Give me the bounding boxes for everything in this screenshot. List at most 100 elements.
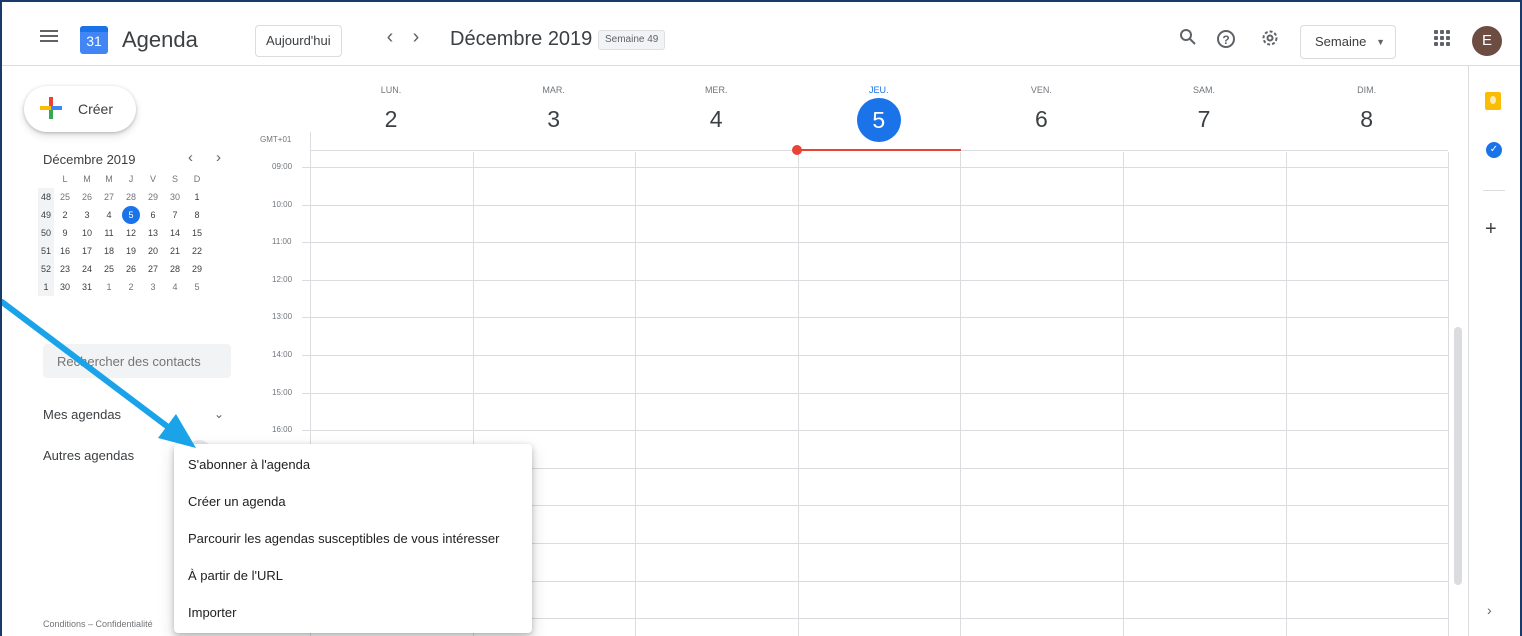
menu-item-from-url[interactable]: À partir de l'URL — [174, 557, 532, 594]
day-date[interactable]: 6 — [960, 106, 1122, 133]
week-number[interactable]: 49 — [38, 206, 54, 224]
mini-day[interactable]: 20 — [142, 246, 164, 256]
mini-day[interactable]: 14 — [164, 228, 186, 238]
day-date[interactable]: 2 — [310, 106, 472, 133]
mini-day[interactable]: 30 — [164, 192, 186, 202]
week-number[interactable]: 52 — [38, 260, 54, 278]
help-icon[interactable]: ? — [1217, 30, 1235, 48]
mini-day[interactable]: 8 — [186, 210, 208, 220]
mini-day[interactable]: 23 — [54, 264, 76, 274]
mini-day[interactable]: 2 — [120, 282, 142, 292]
tasks-icon[interactable]: ✓ — [1486, 142, 1502, 158]
mini-day[interactable]: 27 — [142, 264, 164, 274]
day-date[interactable]: 3 — [473, 106, 635, 133]
day-date[interactable]: 7 — [1123, 106, 1285, 133]
week-number[interactable]: 48 — [38, 188, 54, 206]
mini-day[interactable]: 12 — [120, 228, 142, 238]
mini-day[interactable]: 5 — [186, 282, 208, 292]
week-number[interactable]: 1 — [38, 278, 54, 296]
main-menu-icon[interactable] — [40, 30, 58, 42]
mini-day[interactable]: 7 — [164, 210, 186, 220]
mini-day[interactable]: 16 — [54, 246, 76, 256]
mini-day[interactable]: 31 — [76, 282, 98, 292]
apps-grid-icon[interactable] — [1434, 30, 1450, 46]
mini-day[interactable]: 1 — [186, 192, 208, 202]
next-week-icon[interactable]: › — [404, 26, 428, 49]
timezone-label: GMT+01 — [260, 135, 292, 144]
mini-day[interactable]: 6 — [142, 210, 164, 220]
mini-day-number: 5 — [194, 282, 200, 292]
day-date-number: 6 — [1034, 106, 1048, 132]
mini-day[interactable]: 5 — [120, 206, 142, 224]
today-button[interactable]: Aujourd'hui — [255, 25, 342, 57]
mini-day[interactable]: 2 — [54, 210, 76, 220]
search-icon[interactable] — [1177, 28, 1199, 50]
mini-day[interactable]: 25 — [54, 192, 76, 202]
view-selector-dropdown[interactable]: Semaine ▼ — [1300, 25, 1396, 59]
mini-day[interactable]: 3 — [142, 282, 164, 292]
week-number[interactable]: 50 — [38, 224, 54, 242]
mini-day[interactable]: 1 — [98, 282, 120, 292]
mini-day[interactable]: 28 — [164, 264, 186, 274]
mini-day[interactable]: 21 — [164, 246, 186, 256]
day-date[interactable]: 5 — [798, 98, 960, 142]
mini-day[interactable]: 17 — [76, 246, 98, 256]
prev-week-icon[interactable]: ‹ — [378, 26, 402, 49]
mini-day[interactable]: 29 — [142, 192, 164, 202]
keep-icon[interactable] — [1485, 92, 1501, 110]
mini-day-number: 15 — [191, 228, 202, 238]
menu-item-import[interactable]: Importer — [174, 594, 532, 631]
menu-item-create-calendar[interactable]: Créer un agenda — [174, 483, 532, 520]
day-date-number: 5 — [856, 98, 901, 142]
mini-day[interactable]: 30 — [54, 282, 76, 292]
other-calendars-heading[interactable]: Autres agendas — [43, 448, 134, 463]
menu-item-browse-calendars[interactable]: Parcourir les agendas susceptibles de vo… — [174, 520, 532, 557]
mini-day[interactable]: 13 — [142, 228, 164, 238]
expand-panel-icon[interactable]: › — [1487, 602, 1492, 618]
mini-day[interactable]: 26 — [76, 192, 98, 202]
day-divider — [1448, 152, 1450, 636]
footer-links[interactable]: Conditions – Confidentialité — [43, 619, 173, 629]
mini-day[interactable]: 29 — [186, 264, 208, 274]
day-date[interactable]: 4 — [635, 106, 797, 133]
mini-day-number: 13 — [147, 228, 158, 238]
settings-icon[interactable] — [1259, 28, 1281, 50]
mini-calendar: L M M J V S D 48 25 26 27 28 29 30 1 49 2 3 4 5 6 7 8 50… — [38, 170, 234, 296]
mini-day[interactable]: 27 — [98, 192, 120, 202]
mini-day[interactable]: 26 — [120, 264, 142, 274]
add-addon-icon[interactable]: + — [1485, 218, 1497, 241]
mini-day-number: 18 — [103, 246, 114, 256]
current-time-line — [798, 149, 961, 151]
create-button[interactable]: Créer — [24, 86, 136, 132]
mini-day[interactable]: 9 — [54, 228, 76, 238]
chevron-down-icon[interactable]: ⌄ — [214, 407, 224, 421]
mini-day[interactable]: 24 — [76, 264, 98, 274]
day-date-number: 2 — [384, 106, 398, 132]
day-date-number: 3 — [547, 106, 560, 132]
mini-day-number: 10 — [81, 228, 92, 238]
day-date[interactable]: 8 — [1286, 106, 1448, 133]
mini-day[interactable]: 22 — [186, 246, 208, 256]
mini-day-number: 27 — [147, 264, 158, 274]
mini-day[interactable]: 3 — [76, 210, 98, 220]
week-number[interactable]: 51 — [38, 242, 54, 260]
mini-day[interactable]: 4 — [164, 282, 186, 292]
mini-day-number: 8 — [194, 210, 200, 220]
grid-scrollbar[interactable] — [1454, 327, 1462, 585]
mini-day[interactable]: 4 — [98, 210, 120, 220]
mini-day[interactable]: 11 — [98, 228, 120, 238]
mini-day[interactable]: 28 — [120, 192, 142, 202]
my-calendars-heading[interactable]: Mes agendas — [43, 407, 121, 422]
account-avatar[interactable]: E — [1472, 26, 1502, 56]
mini-day[interactable]: 25 — [98, 264, 120, 274]
menu-item-subscribe[interactable]: S'abonner à l'agenda — [174, 446, 532, 483]
mini-day[interactable]: 15 — [186, 228, 208, 238]
mini-day[interactable]: 10 — [76, 228, 98, 238]
mini-day[interactable]: 19 — [120, 246, 142, 256]
search-contacts-input[interactable] — [43, 344, 231, 378]
mini-day-number: 16 — [59, 246, 70, 256]
mini-next-month-icon[interactable]: › — [216, 149, 221, 166]
mini-prev-month-icon[interactable]: ‹ — [188, 149, 193, 166]
mini-day[interactable]: 18 — [98, 246, 120, 256]
mini-week-row: 50 9 10 11 12 13 14 15 — [38, 224, 234, 242]
